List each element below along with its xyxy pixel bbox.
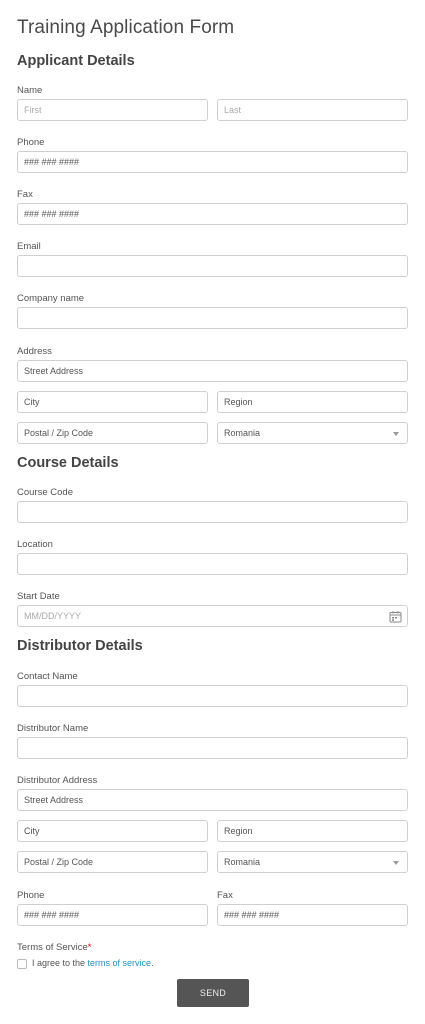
fax-input[interactable]: ### ### ####	[17, 203, 408, 225]
distributor-phone-input[interactable]: ### ### ####	[17, 904, 208, 926]
distributor-fax-input[interactable]: ### ### ####	[217, 904, 408, 926]
terms-of-service-link[interactable]: terms of service	[88, 958, 152, 968]
first-name-input[interactable]: First	[17, 99, 208, 121]
distributor-street-input[interactable]: Street Address	[17, 789, 408, 811]
country-select[interactable]: Romania	[217, 422, 408, 444]
course-code-label: Course Code	[17, 487, 73, 498]
distributor-name-input[interactable]	[17, 737, 408, 759]
street-address-input[interactable]: Street Address	[17, 360, 408, 382]
distributor-address-label: Distributor Address	[17, 775, 98, 786]
last-name-input[interactable]: Last	[217, 99, 408, 121]
company-input[interactable]	[17, 307, 408, 329]
section-course-heading: Course Details	[17, 455, 119, 471]
start-date-input[interactable]: MM/DD/YYYY	[17, 605, 408, 627]
distributor-country-select[interactable]: Romania	[217, 851, 408, 873]
distributor-country-value: Romania	[224, 857, 261, 867]
location-input[interactable]	[17, 553, 408, 575]
contact-name-label: Contact Name	[17, 671, 78, 682]
terms-label: Terms of Service*	[17, 942, 91, 953]
address-label: Address	[17, 346, 52, 357]
distributor-phone-label: Phone	[17, 890, 45, 901]
region-input[interactable]: Region	[217, 391, 408, 413]
chevron-down-icon	[393, 861, 399, 865]
phone-label: Phone	[17, 137, 45, 148]
send-button[interactable]: SEND	[177, 979, 249, 1007]
terms-agree-text: I agree to the terms of service.	[32, 958, 154, 968]
chevron-down-icon	[393, 432, 399, 436]
postal-code-input[interactable]: Postal / Zip Code	[17, 422, 208, 444]
email-input[interactable]	[17, 255, 408, 277]
distributor-city-input[interactable]: City	[17, 820, 208, 842]
distributor-postal-input[interactable]: Postal / Zip Code	[17, 851, 208, 873]
name-label: Name	[17, 85, 43, 96]
phone-input[interactable]: ### ### ####	[17, 151, 408, 173]
course-code-input[interactable]	[17, 501, 408, 523]
company-label: Company name	[17, 293, 85, 304]
location-label: Location	[17, 539, 53, 550]
calendar-icon[interactable]	[389, 610, 402, 623]
city-input[interactable]: City	[17, 391, 208, 413]
section-applicant-heading: Applicant Details	[17, 53, 135, 69]
terms-checkbox[interactable]	[17, 959, 27, 969]
distributor-name-label: Distributor Name	[17, 723, 89, 734]
country-select-value: Romania	[224, 428, 261, 438]
page-title: Training Application Form	[17, 17, 235, 38]
fax-label: Fax	[17, 189, 33, 200]
contact-name-input[interactable]	[17, 685, 408, 707]
email-label: Email	[17, 241, 41, 252]
start-date-placeholder: MM/DD/YYYY	[24, 611, 82, 621]
distributor-region-input[interactable]: Region	[217, 820, 408, 842]
terms-label-text: Terms of Service	[17, 942, 88, 953]
agree-prefix: I agree to the	[32, 958, 88, 968]
start-date-label: Start Date	[17, 591, 60, 602]
required-mark: *	[87, 942, 92, 953]
distributor-fax-label: Fax	[217, 890, 233, 901]
section-distributor-heading: Distributor Details	[17, 638, 143, 654]
agree-suffix: .	[151, 958, 154, 968]
